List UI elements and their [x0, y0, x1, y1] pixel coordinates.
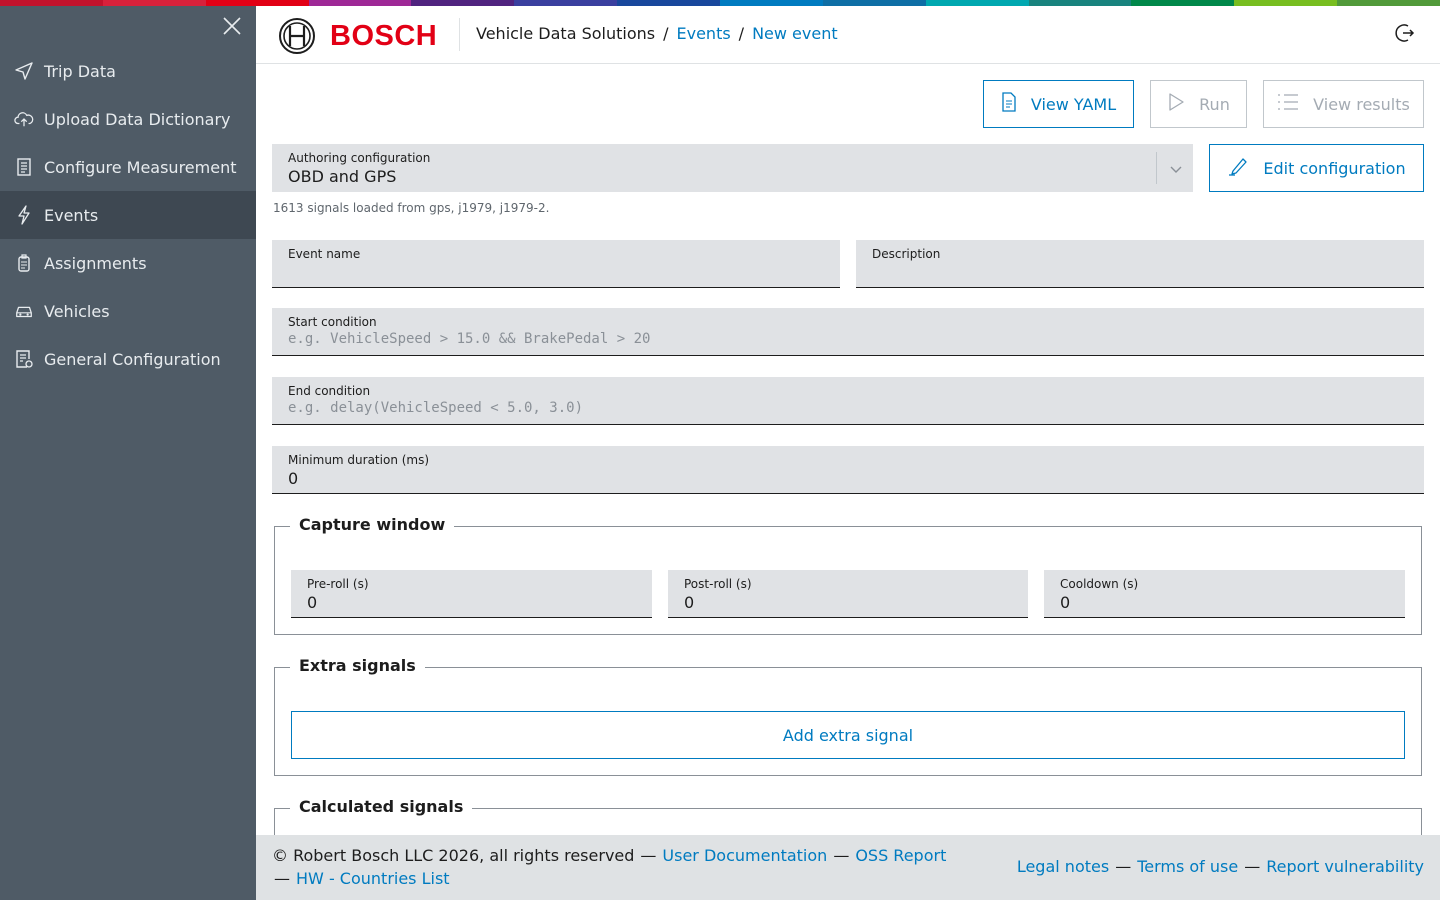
sidebar-item-label: Events: [44, 205, 99, 225]
app-header: BOSCH Vehicle Data Solutions / Events / …: [256, 6, 1440, 64]
breadcrumb-separator: /: [738, 24, 745, 43]
authoring-configuration-select[interactable]: Authoring configuration OBD and GPS: [272, 144, 1193, 192]
logout-icon[interactable]: [1392, 21, 1416, 45]
pencil-icon: [1227, 156, 1249, 180]
footer-dash: —: [1244, 857, 1261, 876]
lightning-icon: [14, 205, 34, 225]
terms-of-use-link[interactable]: Terms of use: [1137, 857, 1238, 876]
add-extra-signal-button[interactable]: Add extra signal: [291, 711, 1405, 759]
sidebar-item-vehicles[interactable]: Vehicles: [0, 287, 256, 335]
end-condition-field[interactable]: End condition e.g. delay(VehicleSpeed < …: [272, 377, 1424, 425]
footer-dash: —: [833, 846, 850, 865]
minimum-duration-value: 0: [288, 469, 299, 488]
config-document-icon: [14, 349, 34, 369]
event-name-label: Event name: [288, 247, 361, 261]
breadcrumb-new-event[interactable]: New event: [752, 24, 838, 43]
start-condition-field[interactable]: Start condition e.g. VehicleSpeed > 15.0…: [272, 308, 1424, 356]
breadcrumb-separator: /: [663, 24, 669, 43]
sidebar-item-upload-data-dictionary[interactable]: Upload Data Dictionary: [0, 95, 256, 143]
cooldown-value: 0: [1060, 593, 1071, 612]
add-extra-signal-label: Add extra signal: [782, 725, 914, 745]
start-condition-label: Start condition: [288, 315, 377, 329]
event-name-field[interactable]: Event name: [272, 240, 840, 288]
bosch-logo[interactable]: BOSCH: [278, 17, 437, 55]
extra-signals-title: Extra signals: [290, 656, 425, 675]
breadcrumb-events[interactable]: Events: [677, 24, 731, 43]
end-condition-label: End condition: [288, 384, 371, 398]
document-list-icon: [14, 157, 34, 177]
assignment-icon: [14, 253, 34, 273]
post-roll-label: Post-roll (s): [684, 577, 752, 591]
description-label: Description: [872, 247, 941, 261]
chevron-down-icon[interactable]: [1169, 161, 1183, 175]
sidebar-item-label: Vehicles: [44, 301, 110, 321]
sidebar-nav: Trip Data Upload Data Dictionary Configu…: [0, 47, 256, 383]
view-yaml-label: View YAML: [1030, 94, 1117, 114]
minimum-duration-field[interactable]: Minimum duration (ms) 0: [272, 446, 1424, 494]
close-icon[interactable]: [220, 14, 244, 38]
sidebar: Trip Data Upload Data Dictionary Configu…: [0, 6, 256, 900]
sidebar-item-label: General Configuration: [44, 349, 221, 369]
send-icon: [14, 61, 34, 81]
edit-configuration-button[interactable]: Edit configuration: [1209, 144, 1424, 192]
breadcrumb: Vehicle Data Solutions / Events / New ev…: [476, 24, 838, 43]
post-roll-value: 0: [684, 593, 695, 612]
sidebar-item-general-configuration[interactable]: General Configuration: [0, 335, 256, 383]
capture-window-title: Capture window: [290, 515, 455, 534]
bosch-armature-icon: [279, 18, 315, 54]
sidebar-item-assignments[interactable]: Assignments: [0, 239, 256, 287]
play-icon: [1167, 92, 1185, 116]
description-field[interactable]: Description: [856, 240, 1424, 288]
hw-countries-list-link[interactable]: HW - Countries List: [296, 869, 450, 888]
end-condition-placeholder: e.g. delay(VehicleSpeed < 5.0, 3.0): [288, 400, 584, 416]
header-divider: [459, 18, 460, 51]
sidebar-item-label: Trip Data: [44, 61, 116, 81]
sidebar-item-events[interactable]: Events: [0, 191, 256, 239]
footer-dash: —: [640, 846, 657, 865]
authoring-configuration-value: OBD and GPS: [288, 167, 397, 186]
sidebar-item-trip-data[interactable]: Trip Data: [0, 47, 256, 95]
user-documentation-link[interactable]: User Documentation: [662, 846, 827, 865]
sidebar-item-label: Configure Measurement: [44, 157, 237, 177]
run-button[interactable]: Run: [1150, 80, 1247, 128]
post-roll-field[interactable]: Post-roll (s) 0: [668, 570, 1028, 618]
cloud-upload-icon: [14, 109, 34, 129]
main-content: BOSCH Vehicle Data Solutions / Events / …: [256, 6, 1440, 900]
view-yaml-button[interactable]: View YAML: [983, 80, 1134, 128]
cooldown-field[interactable]: Cooldown (s) 0: [1044, 570, 1405, 618]
signals-loaded-hint: 1613 signals loaded from gps, j1979, j19…: [273, 201, 550, 215]
report-vulnerability-link[interactable]: Report vulnerability: [1266, 857, 1424, 876]
select-divider: [1156, 152, 1157, 184]
pre-roll-field[interactable]: Pre-roll (s) 0: [291, 570, 652, 618]
footer-left-line-1: © Robert Bosch LLC 2026, all rights rese…: [272, 846, 946, 865]
oss-report-link[interactable]: OSS Report: [855, 846, 946, 865]
view-results-label: View results: [1313, 94, 1410, 114]
page-footer: © Robert Bosch LLC 2026, all rights rese…: [256, 835, 1440, 900]
minimum-duration-label: Minimum duration (ms): [288, 453, 430, 467]
view-results-button[interactable]: View results: [1263, 80, 1424, 128]
list-icon: [1277, 93, 1299, 115]
app-name: Vehicle Data Solutions: [476, 24, 656, 43]
copyright-text: © Robert Bosch LLC 2026, all rights rese…: [272, 846, 635, 865]
sidebar-item-label: Assignments: [44, 253, 147, 273]
run-label: Run: [1199, 94, 1230, 114]
pre-roll-value: 0: [307, 593, 318, 612]
footer-right: Legal notes — Terms of use — Report vulnerab…: [1017, 857, 1424, 876]
cooldown-label: Cooldown (s): [1060, 577, 1139, 591]
pre-roll-label: Pre-roll (s): [307, 577, 369, 591]
footer-dash: —: [1115, 857, 1132, 876]
edit-configuration-label: Edit configuration: [1263, 158, 1406, 178]
sidebar-item-configure-measurement[interactable]: Configure Measurement: [0, 143, 256, 191]
start-condition-placeholder: e.g. VehicleSpeed > 15.0 && BrakePedal >…: [288, 331, 651, 347]
calculated-signals-title: Calculated signals: [290, 797, 473, 816]
car-icon: [14, 301, 34, 321]
footer-dash: —: [274, 869, 290, 888]
sidebar-item-label: Upload Data Dictionary: [44, 109, 231, 129]
document-icon: [1001, 92, 1017, 116]
authoring-configuration-label: Authoring configuration: [288, 151, 431, 165]
footer-left-line-2: — HW - Countries List: [274, 869, 450, 888]
legal-notes-link[interactable]: Legal notes: [1017, 857, 1109, 876]
brand-wordmark: BOSCH: [330, 19, 438, 52]
